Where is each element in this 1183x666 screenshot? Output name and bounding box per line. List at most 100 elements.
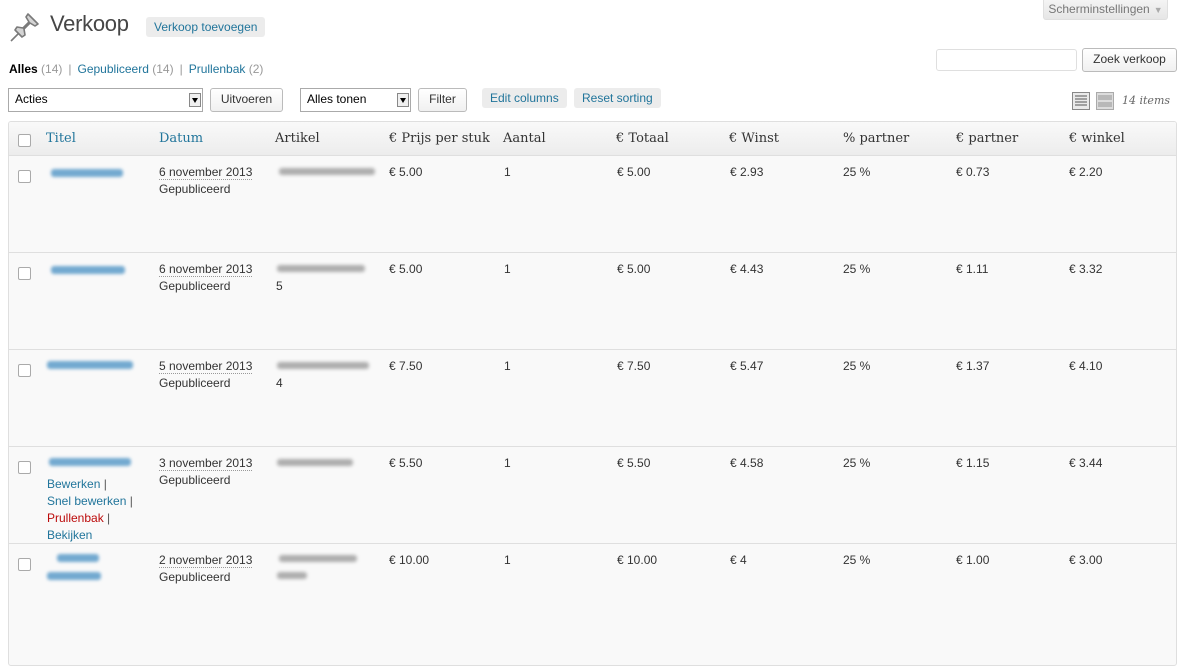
date: 3 november 2013 — [159, 456, 253, 471]
page-title: Verkoop — [50, 11, 129, 36]
partner-percent: 25 % — [843, 359, 871, 373]
column-header-artikel: Artikel — [275, 131, 320, 146]
status: Gepubliceerd — [159, 376, 231, 390]
row-checkbox[interactable] — [18, 461, 31, 474]
edit-link[interactable]: Bewerken — [47, 477, 100, 491]
view-published[interactable]: Gepubliceerd (14) — [78, 62, 174, 76]
date: 6 november 2013 — [159, 262, 253, 277]
list-view-icon[interactable] — [1072, 92, 1090, 110]
price: € 5.50 — [389, 456, 423, 470]
partner-amount: € 0.73 — [956, 165, 990, 179]
price: € 10.00 — [389, 553, 430, 567]
excerpt-view-icon[interactable] — [1096, 92, 1114, 110]
dropdown-arrow-icon — [189, 93, 201, 107]
price: € 5.00 — [389, 262, 423, 276]
date: 5 november 2013 — [159, 359, 253, 374]
profit: € 5.47 — [730, 359, 764, 373]
row-actions: Bewerken | Snel bewerken | Prullenbak | … — [47, 476, 133, 544]
shop-amount: € 3.32 — [1069, 262, 1103, 276]
article-extra: 5 — [276, 279, 283, 293]
date: 6 november 2013 — [159, 165, 253, 180]
profit: € 4.43 — [730, 262, 764, 276]
table-row: 6 november 2013 Gepubliceerd 5 € 5.00 1 €… — [9, 252, 1176, 350]
column-header-titel[interactable]: Titel — [46, 131, 76, 146]
quick-edit-link[interactable]: Snel bewerken — [47, 494, 126, 508]
dropdown-arrow-icon — [397, 93, 409, 107]
partner-amount: € 1.15 — [956, 456, 990, 470]
apply-button[interactable]: Uitvoeren — [210, 88, 283, 112]
price: € 7.50 — [389, 359, 423, 373]
article-redacted — [277, 362, 369, 369]
filter-value: Alles tonen — [307, 92, 367, 106]
screen-options-button[interactable]: Scherminstellingen ▼ — [1043, 0, 1168, 20]
reset-sorting-button[interactable]: Reset sorting — [574, 88, 661, 108]
separator: | — [103, 477, 107, 491]
add-new-button[interactable]: Verkoop toevoegen — [146, 17, 266, 37]
title-link[interactable] — [51, 266, 125, 274]
column-header-datum[interactable]: Datum — [159, 131, 203, 146]
view-all[interactable]: Alles (14) — [9, 62, 62, 76]
edit-columns-button[interactable]: Edit columns — [482, 88, 567, 108]
column-header-partner: € partner — [956, 131, 1019, 146]
partner-amount: € 1.37 — [956, 359, 990, 373]
shop-amount: € 2.20 — [1069, 165, 1103, 179]
row-checkbox[interactable] — [18, 170, 31, 183]
bulk-actions-select[interactable]: Acties — [8, 88, 203, 112]
status: Gepubliceerd — [159, 279, 231, 293]
status: Gepubliceerd — [159, 473, 231, 487]
shop-amount: € 4.10 — [1069, 359, 1103, 373]
total: € 10.00 — [617, 553, 658, 567]
pushpin-icon — [10, 13, 39, 42]
total: € 5.50 — [617, 456, 651, 470]
row-checkbox[interactable] — [18, 558, 31, 571]
row-checkbox[interactable] — [18, 364, 31, 377]
table-row: 5 november 2013 Gepubliceerd 4 € 7.50 1 €… — [9, 349, 1176, 447]
title-link[interactable] — [51, 169, 123, 177]
partner-percent: 25 % — [843, 165, 871, 179]
shop-amount: € 3.44 — [1069, 456, 1103, 470]
profit: € 2.93 — [730, 165, 764, 179]
profit: € 4.58 — [730, 456, 764, 470]
column-header-winst: € Winst — [729, 131, 779, 146]
view-trash[interactable]: Prullenbak (2) — [189, 62, 264, 76]
view-filters: Alles (14) | Gepubliceerd (14) | Prullenbak … — [9, 62, 264, 76]
search-button[interactable]: Zoek verkoop — [1082, 48, 1177, 72]
column-header-pct-partner: % partner — [843, 131, 910, 146]
title-link[interactable] — [49, 458, 131, 466]
separator: | — [129, 494, 133, 508]
status: Gepubliceerd — [159, 182, 231, 196]
column-header-aantal: Aantal — [503, 131, 546, 146]
quantity: 1 — [504, 553, 511, 567]
view-link[interactable]: Bekijken — [47, 528, 92, 542]
profit: € 4 — [730, 553, 747, 567]
search-input[interactable] — [936, 49, 1077, 71]
title-link-line2[interactable] — [47, 572, 101, 580]
partner-percent: 25 % — [843, 553, 871, 567]
column-header-totaal: € Totaal — [616, 131, 669, 146]
table-row: 6 november 2013 Gepubliceerd € 5.00 1 € 5… — [9, 155, 1176, 253]
quantity: 1 — [504, 456, 511, 470]
quantity: 1 — [504, 262, 511, 276]
article-redacted — [279, 168, 375, 175]
title-link[interactable] — [47, 361, 133, 369]
table-row: Bewerken | Snel bewerken | Prullenbak | … — [9, 446, 1176, 544]
partner-amount: € 1.11 — [956, 262, 989, 276]
separator: | — [107, 511, 111, 525]
article-redacted — [277, 265, 365, 272]
column-header-winkel: € winkel — [1069, 131, 1125, 146]
filter-select[interactable]: Alles tonen — [300, 88, 411, 112]
quantity: 1 — [504, 359, 511, 373]
select-all-checkbox[interactable] — [18, 134, 31, 147]
article-extra: 4 — [276, 376, 283, 390]
row-checkbox[interactable] — [18, 267, 31, 280]
filter-button[interactable]: Filter — [418, 88, 467, 112]
items-count: 14 items — [1122, 94, 1171, 107]
table-row: 2 november 2013 Gepubliceerd € 10.00 1 € … — [9, 543, 1176, 659]
total: € 7.50 — [617, 359, 651, 373]
partner-amount: € 1.00 — [956, 553, 990, 567]
bulk-actions-value: Acties — [15, 92, 48, 106]
title-link[interactable] — [57, 554, 99, 562]
trash-link[interactable]: Prullenbak — [47, 511, 104, 525]
partner-percent: 25 % — [843, 456, 871, 470]
article-redacted-line2 — [277, 572, 307, 579]
